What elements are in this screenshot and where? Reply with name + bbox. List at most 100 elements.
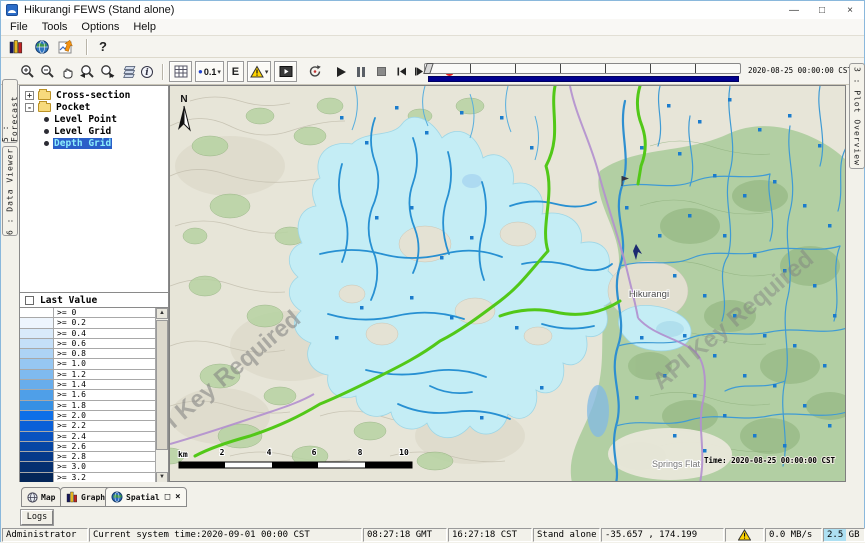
bullet-icon xyxy=(44,129,49,134)
class-break-dropdown[interactable]: ● 0.1 ▾ xyxy=(195,61,224,82)
stop-button[interactable] xyxy=(371,62,391,82)
tab-close-icon[interactable]: × xyxy=(175,492,180,502)
menu-options[interactable]: Options xyxy=(74,20,126,34)
legend-swatch xyxy=(20,452,54,461)
class-break-dot: ● xyxy=(198,67,203,76)
import-timeseries-button[interactable] xyxy=(56,37,76,57)
dock-tab-plot-overview[interactable]: 3 : Plot Overview xyxy=(849,63,865,169)
menu-help[interactable]: Help xyxy=(126,20,163,34)
flat-label: Springs Flat xyxy=(652,459,701,469)
logs-button[interactable]: Logs xyxy=(21,510,53,525)
legend-row[interactable]: >= 1.0 xyxy=(20,359,155,369)
help-button[interactable]: ? xyxy=(93,37,113,57)
svg-text:2: 2 xyxy=(220,448,225,457)
zoom-previous-button[interactable] xyxy=(77,62,97,82)
map-time-label: Time: 2020-08-25 00:00:00 CST xyxy=(704,456,835,465)
tree-item-level-grid[interactable]: Level Grid xyxy=(20,125,168,137)
scroll-thumb[interactable] xyxy=(156,320,168,450)
expander-icon[interactable]: + xyxy=(25,91,34,100)
legend-row[interactable]: >= 2.4 xyxy=(20,432,155,442)
tab-maximize-icon[interactable]: □ xyxy=(165,492,170,502)
tab-map[interactable]: Map xyxy=(21,487,61,507)
tree-item-depth-grid[interactable]: Depth Grid xyxy=(20,137,168,149)
status-warning-cell[interactable] xyxy=(725,528,764,542)
timeline-slider[interactable] xyxy=(424,63,741,74)
status-memory: 2.5 GB xyxy=(823,528,865,542)
previous-frame-button[interactable] xyxy=(391,62,411,82)
bar-chart-icon xyxy=(66,491,78,503)
legend-row[interactable]: >= 0.4 xyxy=(20,329,155,339)
legend-row[interactable]: >= 0 xyxy=(20,308,155,318)
legend-swatch xyxy=(20,473,54,482)
map-display-button[interactable] xyxy=(32,37,52,57)
legend-row[interactable]: >= 1.8 xyxy=(20,401,155,411)
legend-row[interactable]: >= 0.8 xyxy=(20,349,155,359)
legend-row[interactable]: >= 2.6 xyxy=(20,442,155,452)
legend-swatch xyxy=(20,308,54,317)
legend-swatch xyxy=(20,462,54,471)
timeseries-dialog-button[interactable] xyxy=(6,37,26,57)
current-datetime: 2020-08-25 00:00:00 CST xyxy=(748,66,852,75)
menu-file[interactable]: File xyxy=(3,20,35,34)
warning-dropdown[interactable]: ▾ xyxy=(247,61,272,82)
legend-row[interactable]: >= 2.0 xyxy=(20,411,155,421)
animation-settings-button[interactable] xyxy=(305,62,325,82)
tree-item-level-point[interactable]: Level Point xyxy=(20,113,168,125)
legend-row[interactable]: >= 1.6 xyxy=(20,390,155,400)
tree-item-cross-section[interactable]: + Cross-section xyxy=(20,89,168,101)
legend-row[interactable]: >= 3.0 xyxy=(20,462,155,472)
legend-row[interactable]: >= 0.6 xyxy=(20,339,155,349)
svg-text:i: i xyxy=(145,68,149,78)
close-button[interactable]: × xyxy=(836,1,864,19)
legend-row[interactable]: >= 2.2 xyxy=(20,421,155,431)
chevron-down-icon: ▾ xyxy=(217,68,221,76)
scroll-up-button[interactable]: ▲ xyxy=(156,308,168,319)
map-canvas: API Key Required API Key Required Hikura… xyxy=(170,86,846,482)
play-button[interactable] xyxy=(331,62,351,82)
bar-book-icon xyxy=(9,39,24,54)
town-label: Hikurangi xyxy=(629,289,669,300)
legend-row[interactable]: >= 1.4 xyxy=(20,380,155,390)
zoom-next-button[interactable] xyxy=(97,62,117,82)
legend-swatch xyxy=(20,401,54,410)
map-view[interactable]: API Key Required API Key Required Hikura… xyxy=(169,85,846,482)
status-gmt-time: 08:27:18 GMT xyxy=(363,528,447,542)
legend-scrollbar[interactable]: ▲ ▼ xyxy=(155,308,168,483)
refresh-icon xyxy=(308,64,323,79)
pan-button[interactable] xyxy=(57,62,77,82)
expander-icon[interactable]: - xyxy=(25,103,34,112)
legend-title: Last Value xyxy=(40,295,97,306)
dock-tab-forecast[interactable]: 5 : Forecast xyxy=(2,79,18,143)
pause-button[interactable] xyxy=(351,62,371,82)
svg-text:km: km xyxy=(178,450,188,459)
layers-icon xyxy=(119,64,136,79)
status-bar: Administrator Current system time:2020-0… xyxy=(1,527,864,543)
globe-icon xyxy=(34,39,50,55)
info-button[interactable]: i xyxy=(137,62,157,82)
springs-flat-area xyxy=(608,428,732,480)
minimize-button[interactable]: — xyxy=(780,1,808,19)
legend-row[interactable]: >= 1.2 xyxy=(20,370,155,380)
legend-swatch xyxy=(20,432,54,441)
zoom-in-button[interactable] xyxy=(17,62,37,82)
bullet-icon xyxy=(44,117,49,122)
svg-text:N: N xyxy=(180,94,187,105)
folder-icon xyxy=(38,91,51,100)
zoom-out-button[interactable] xyxy=(37,62,57,82)
tab-spatial[interactable]: Spatial □ × xyxy=(105,487,187,507)
movie-export-button[interactable] xyxy=(274,61,297,82)
tree-item-pocket[interactable]: - Pocket xyxy=(20,101,168,113)
legend-row[interactable]: >= 2.8 xyxy=(20,452,155,462)
maximize-button[interactable]: □ xyxy=(808,1,836,19)
last-value-checkbox[interactable] xyxy=(25,296,34,305)
menu-tools[interactable]: Tools xyxy=(35,20,75,34)
layers-button[interactable] xyxy=(117,62,137,82)
elevation-button[interactable]: E xyxy=(227,61,244,82)
chevron-down-icon: ▾ xyxy=(265,68,269,76)
grid-display-button[interactable] xyxy=(169,61,192,82)
legend-row[interactable]: >= 0.2 xyxy=(20,318,155,328)
tab-graph[interactable]: Graph xyxy=(60,487,111,507)
status-user: Administrator xyxy=(2,528,88,542)
status-coordinates: -35.657 , 174.199 xyxy=(601,528,724,542)
dock-tab-data-viewer[interactable]: 6 : Data Viewer xyxy=(2,146,18,236)
